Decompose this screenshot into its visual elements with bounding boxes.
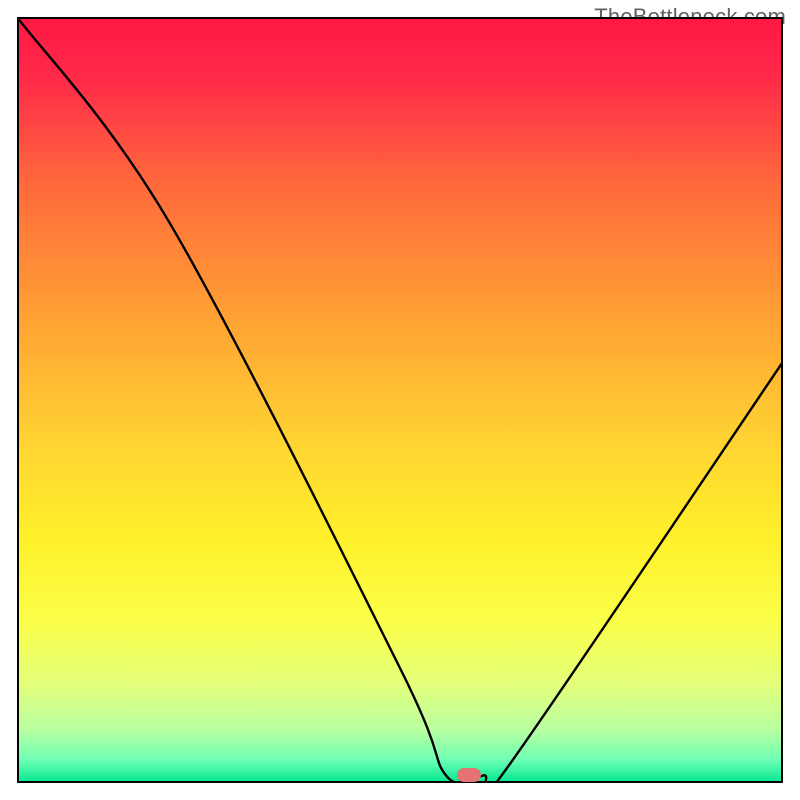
minimum-marker: [457, 768, 481, 782]
plot-area: [17, 17, 783, 783]
chart-canvas: TheBottleneck.com: [0, 0, 800, 800]
plot-svg: [17, 17, 783, 783]
